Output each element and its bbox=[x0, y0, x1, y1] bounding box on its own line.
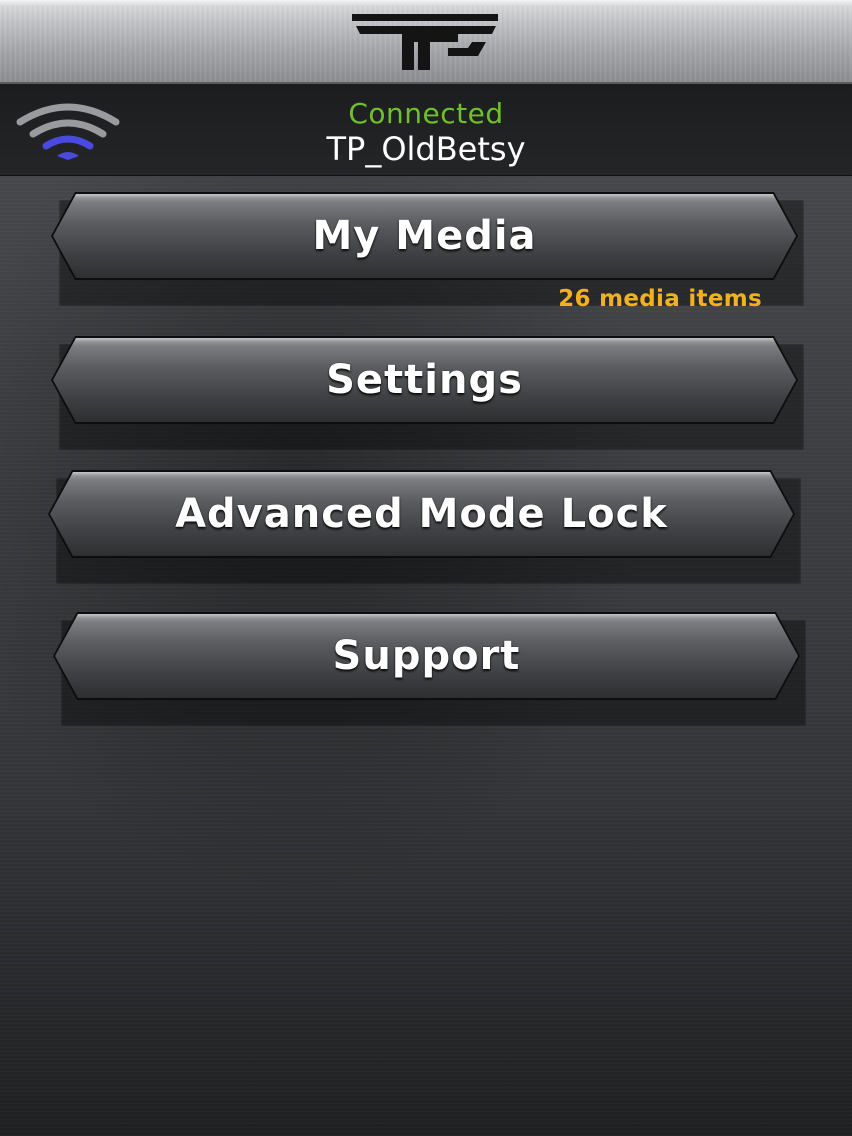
advanced-mode-lock-button-label: Advanced Mode Lock bbox=[175, 491, 668, 537]
logo-bar bbox=[0, 0, 852, 84]
media-count-label: 26 media items bbox=[558, 286, 762, 312]
connection-status-bar: Connected TP_OldBetsy bbox=[0, 84, 852, 176]
settings-button[interactable]: Settings bbox=[51, 336, 804, 450]
tp-logo bbox=[352, 14, 498, 70]
my-media-button-label: My Media bbox=[312, 213, 537, 259]
advanced-mode-lock-button[interactable]: Advanced Mode Lock bbox=[48, 470, 801, 584]
settings-button-label: Settings bbox=[326, 357, 523, 403]
app-screen: Connected TP_OldBetsy My Media 26 media … bbox=[0, 0, 852, 1136]
support-button-label: Support bbox=[332, 633, 521, 679]
network-name: TP_OldBetsy bbox=[326, 130, 526, 168]
connection-status-text: Connected bbox=[348, 97, 504, 130]
support-button[interactable]: Support bbox=[53, 612, 806, 726]
my-media-button[interactable]: My Media bbox=[51, 192, 804, 306]
